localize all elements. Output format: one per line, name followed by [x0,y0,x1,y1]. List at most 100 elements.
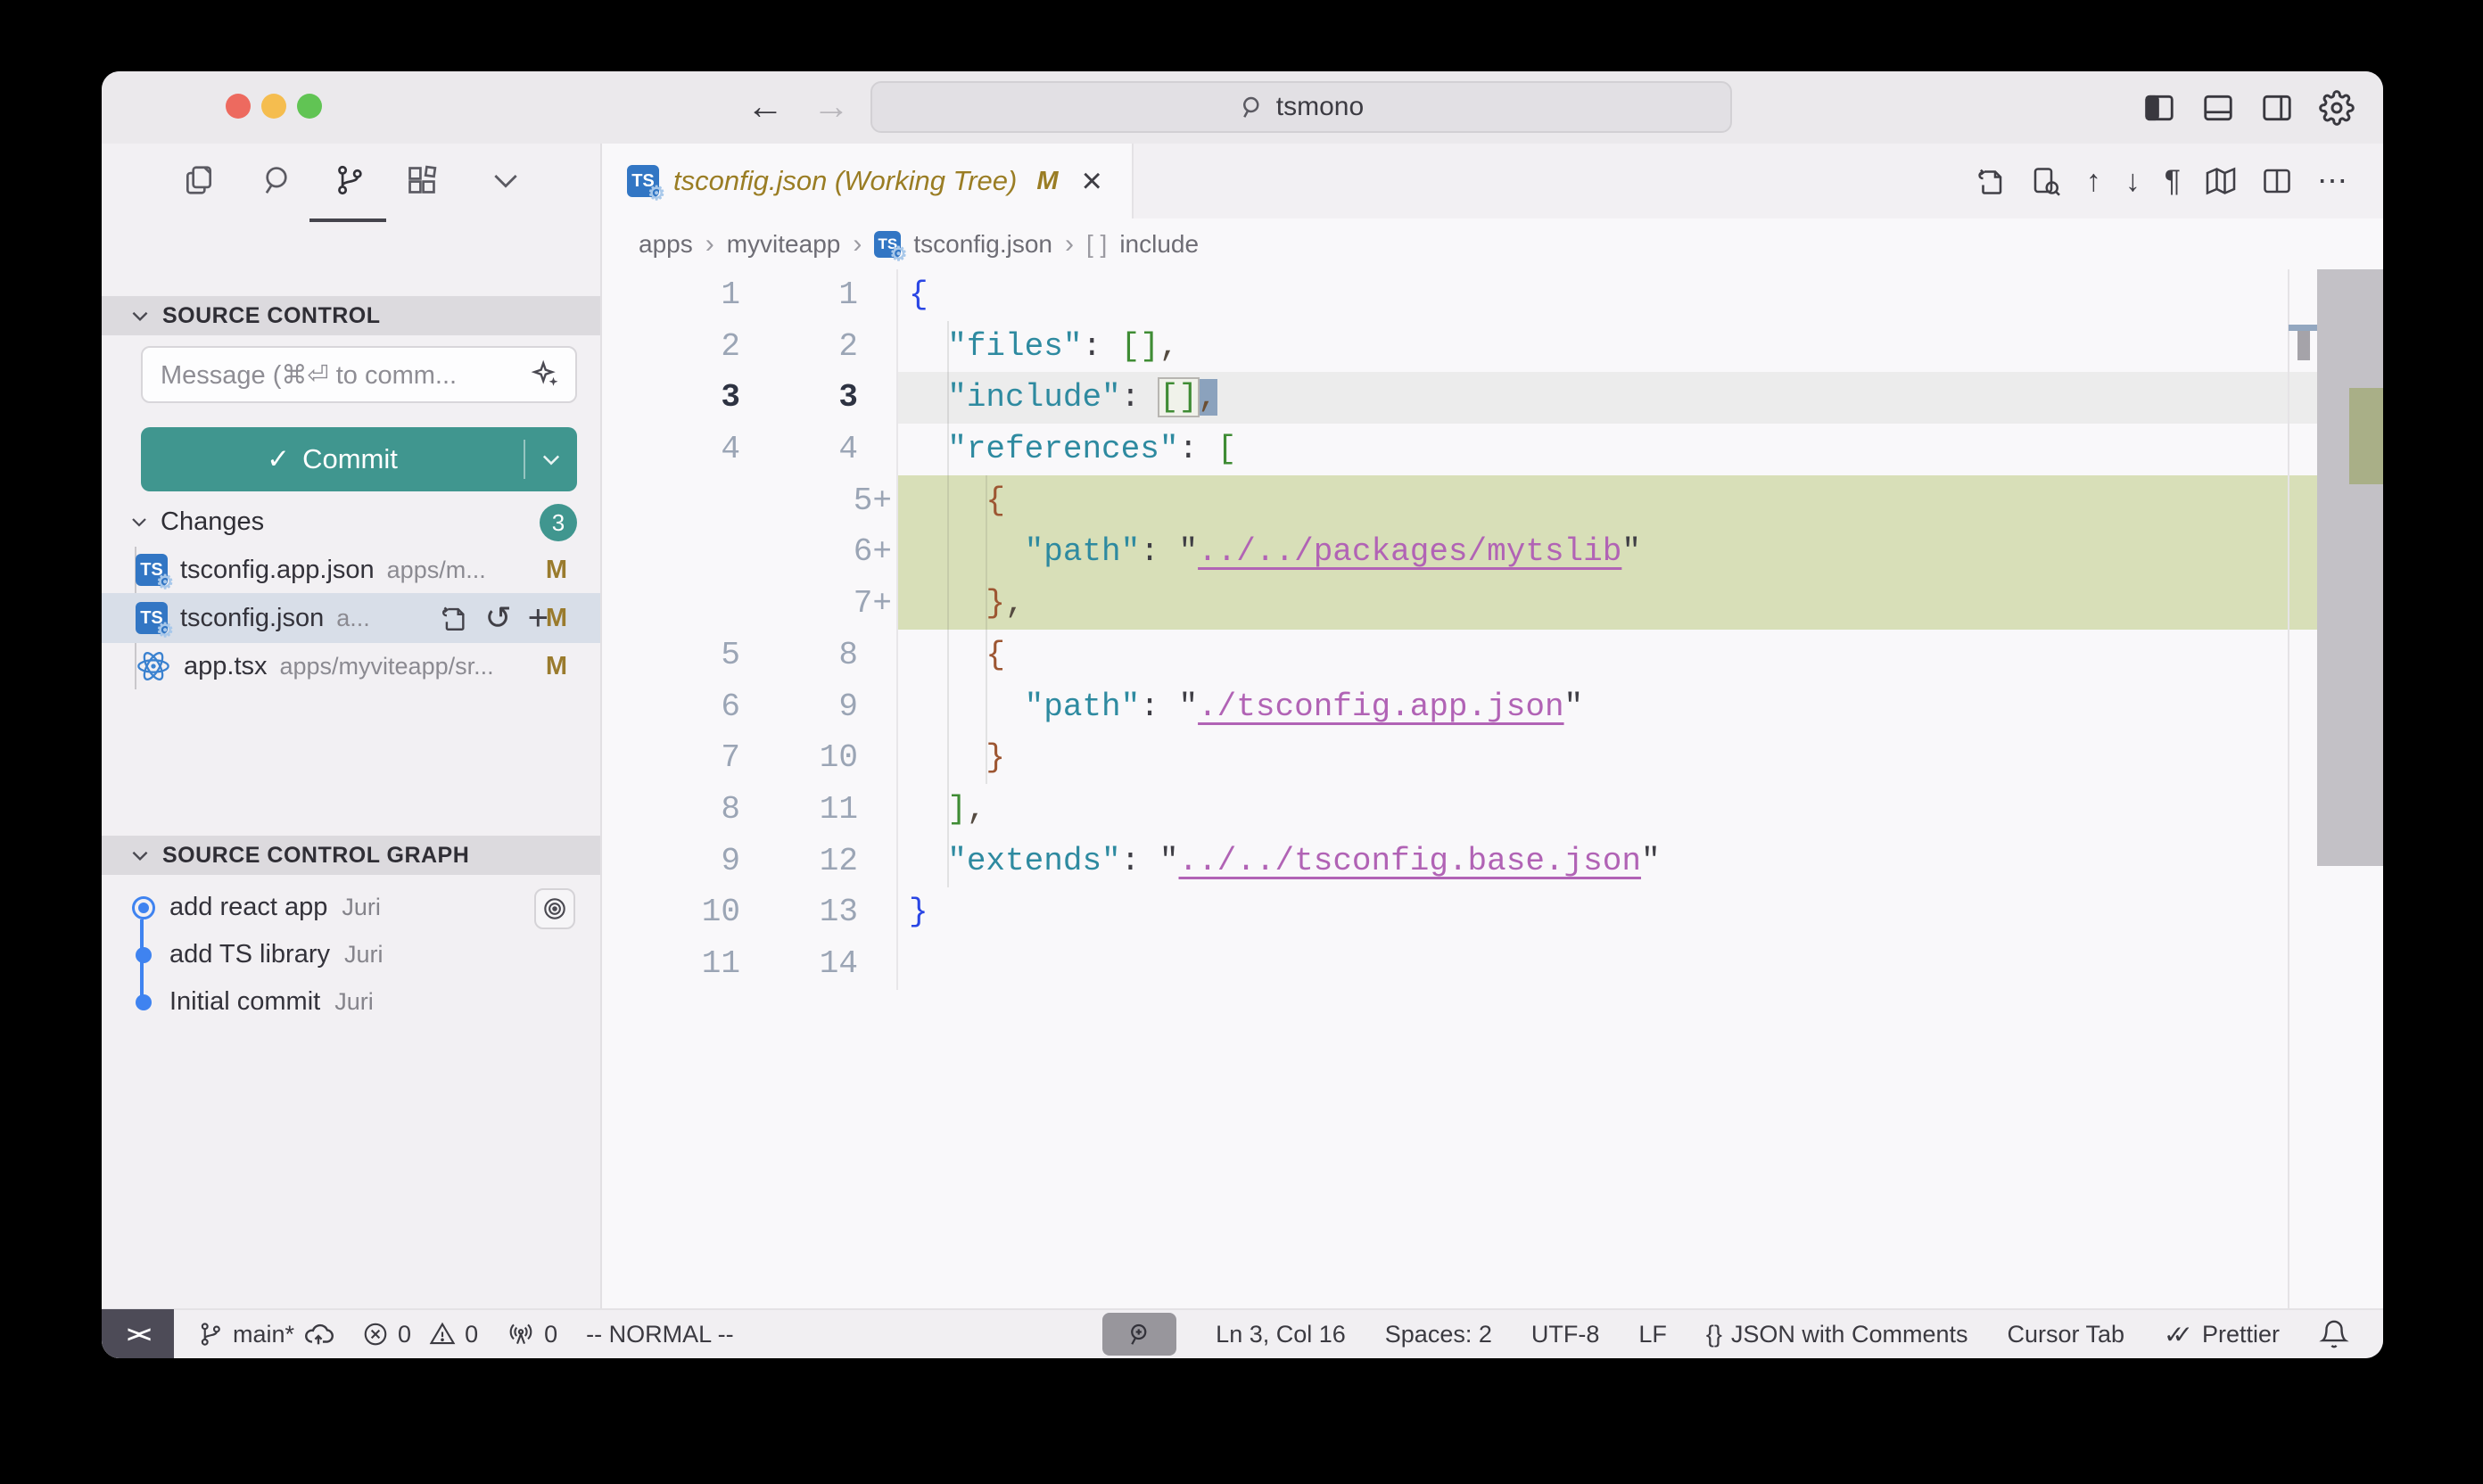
source-control-section-header[interactable]: SOURCE CONTROL [102,296,600,335]
code-line[interactable]: 811 ], [602,784,2383,836]
scrollbar-thumb[interactable] [2317,269,2383,866]
errors-icon [362,1321,389,1348]
breadcrumb-item[interactable]: myviteapp [727,230,841,259]
commit-message-input[interactable]: Message (⌘⏎ to comm... [141,346,577,403]
section-title: SOURCE CONTROL GRAPH [162,843,469,869]
tab-title: tsconfig.json (Working Tree) [673,165,1017,197]
error-count: 0 [398,1321,411,1348]
code-line-content: ], [896,784,2383,836]
sparkle-copilot-icon[interactable] [531,359,561,390]
code-line-content: "extends": "../../tsconfig.base.json" [896,836,2383,887]
changes-count-badge: 3 [540,504,577,541]
code-line[interactable]: 710 } [602,732,2383,784]
code-line[interactable]: 11{ [602,269,2383,321]
commit-dropdown-button[interactable] [525,447,577,472]
code-line[interactable]: 7+ }, [602,578,2383,630]
extensions-icon[interactable] [401,160,442,201]
activity-bar [102,144,600,222]
warnings-icon [429,1321,456,1348]
breadcrumb-item[interactable]: tsconfig.json [913,230,1052,259]
goto-commit-target-button[interactable] [534,888,575,929]
changed-file-row[interactable]: TS tsconfig.app.json apps/m... M [102,547,600,593]
toggle-primary-sidebar-icon[interactable] [2142,91,2176,125]
accessible-diff-viewer-icon[interactable] [2030,165,2062,197]
settings-gear-icon[interactable] [2319,90,2355,126]
status-bar: >< main* 0 0 0 -- NORMAL -- [102,1308,2383,1358]
close-window-button[interactable] [226,94,251,119]
additional-views-icon[interactable] [485,160,526,201]
code-line[interactable]: 6+ "path": "../../packages/mytslib" [602,526,2383,578]
open-file-icon[interactable] [438,603,468,633]
code-line[interactable]: 58 { [602,630,2383,681]
minimap-text-mark [2297,331,2310,360]
zoom-indicator-button[interactable] [1102,1313,1176,1356]
code-line-content: "files": [], [896,321,2383,373]
source-control-view-icon[interactable] [329,160,370,201]
code-line[interactable]: 1013} [602,886,2383,938]
remote-indicator[interactable]: >< [102,1309,174,1358]
source-control-graph-header[interactable]: SOURCE CONTROL GRAPH [102,836,600,875]
commit-button[interactable]: ✓ Commit [141,427,577,491]
code-line[interactable]: 1114 [602,938,2383,990]
code-line[interactable]: 69 "path": "./tsconfig.app.json" [602,681,2383,733]
explorer-icon[interactable] [178,160,219,201]
ports-status[interactable]: 0 [507,1320,557,1348]
breadcrumb-item[interactable]: include [1119,230,1199,259]
open-file-icon[interactable] [1974,165,2006,197]
modified-line-number: 6+ [740,526,892,578]
search-view-icon[interactable] [256,160,297,201]
previous-change-icon[interactable]: ↑ [2086,164,2101,199]
more-actions-icon[interactable]: ⋯ [2317,163,2347,199]
modified-badge: M [546,604,567,633]
code-line[interactable]: 5+ { [602,475,2383,527]
active-view-indicator [309,218,386,222]
formatter-status[interactable]: ✓✓ Prettier [2164,1320,2280,1349]
close-tab-icon[interactable]: × [1082,165,1102,197]
eol-status[interactable]: LF [1638,1321,1667,1348]
vim-mode-indicator[interactable]: -- NORMAL -- [586,1321,733,1348]
sync-cloud-icon [303,1319,334,1349]
commit-row[interactable]: add react app Juri [102,884,600,931]
branch-status[interactable]: main* [197,1319,334,1349]
tsconfig-file-icon: TS [136,602,168,634]
cursor-tab-status[interactable]: Cursor Tab [2007,1321,2124,1348]
navigate-back-button[interactable]: ← [747,71,784,144]
changed-file-row-selected[interactable]: TS tsconfig.json a... ↺ + M [102,593,600,643]
map-outline-icon[interactable] [2205,165,2237,197]
changed-file-row[interactable]: app.tsx apps/myviteapp/sr... M [102,643,600,689]
navigate-forward-button[interactable]: → [813,71,850,144]
tab-tsconfig-working-tree[interactable]: TS tsconfig.json (Working Tree) M × [602,144,1134,218]
code-line-content: "include": [], [896,372,2383,424]
commit-row[interactable]: Initial commit Juri [102,978,600,1026]
toggle-panel-icon[interactable] [2201,91,2235,125]
notifications-bell-icon[interactable] [2319,1319,2349,1349]
code-line[interactable]: 44 "references": [ [602,424,2383,475]
code-line[interactable]: 22 "files": [], [602,321,2383,373]
split-editor-icon[interactable] [2261,165,2293,197]
encoding-status[interactable]: UTF-8 [1531,1321,1600,1348]
branch-name: main* [233,1321,294,1348]
minimize-window-button[interactable] [261,94,286,119]
breadcrumb-item[interactable]: apps [639,230,693,259]
code-line[interactable]: 33 "include": [], [602,372,2383,424]
whitespace-toggle-icon[interactable]: ¶ [2165,164,2181,199]
modified-line-number: 11 [740,784,892,836]
discard-changes-icon[interactable]: ↺ [484,599,511,637]
indentation-status[interactable]: Spaces: 2 [1385,1321,1492,1348]
code-line[interactable]: 912 "extends": "../../tsconfig.base.json… [602,836,2383,887]
toggle-secondary-sidebar-icon[interactable] [2260,91,2294,125]
minimap-selection-mark [2289,325,2318,331]
problems-status[interactable]: 0 0 [362,1321,478,1348]
language-mode-status[interactable]: {} JSON with Comments [1706,1321,1968,1348]
commit-message: add TS library [169,940,330,969]
breadcrumb-separator: › [853,229,862,260]
changes-section-header[interactable]: Changes 3 [102,499,600,545]
maximize-window-button[interactable] [297,94,322,119]
next-change-icon[interactable]: ↓ [2125,164,2141,199]
diff-editor[interactable]: 11{22 "files": [],33 "include": [],44 "r… [602,269,2383,1308]
cursor-position-status[interactable]: Ln 3, Col 16 [1216,1321,1346,1348]
title-bar: ← → tsmono [102,71,2383,144]
original-line-number: 4 [602,424,740,475]
commit-row[interactable]: add TS library Juri [102,931,600,978]
command-center-search[interactable]: tsmono [870,81,1732,133]
